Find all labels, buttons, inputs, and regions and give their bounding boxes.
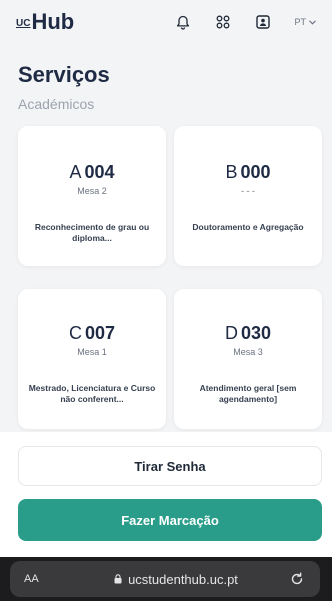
queue-code: A 004 <box>69 162 114 183</box>
url-text: ucstudenthub.uc.pt <box>128 571 238 587</box>
page-title: Serviços <box>18 62 110 87</box>
service-name: Mestrado, Licenciatura e Curso não confe… <box>28 383 156 405</box>
desk-label: Mesa 1 <box>77 347 107 357</box>
bell-icon[interactable] <box>174 13 192 31</box>
logo-name: Hub <box>31 9 75 34</box>
queue-code: D 030 <box>225 323 271 344</box>
service-card-b[interactable]: B 000 - - - Doutoramento e Agregação <box>174 126 322 266</box>
text-size-button[interactable]: AA <box>24 573 64 585</box>
service-name: Doutoramento e Agregação <box>192 222 304 232</box>
chevron-down-icon <box>309 19 316 25</box>
queue-number: 030 <box>240 323 272 343</box>
language-selector[interactable]: PT <box>294 17 316 27</box>
queue-code: C 007 <box>69 323 115 344</box>
queue-number: 004 <box>84 162 115 182</box>
queue-letter: D <box>224 323 238 343</box>
logo-prefix: UC <box>16 18 31 29</box>
section-title: Académicos <box>18 96 95 112</box>
address-bar[interactable]: AA ucstudenthub.uc.pt <box>10 561 320 597</box>
queue-number: 007 <box>84 323 116 343</box>
queue-code: B 000 <box>225 162 270 183</box>
queue-letter: B <box>225 162 238 182</box>
queue-letter: C <box>68 323 82 343</box>
reload-icon[interactable] <box>288 570 306 588</box>
uc-hub-logo[interactable]: UC Hub <box>16 11 74 33</box>
profile-card-icon[interactable] <box>254 13 272 31</box>
apps-icon[interactable] <box>214 13 232 31</box>
service-card-a[interactable]: A 004 Mesa 2 Reconhecimento de grau ou d… <box>18 126 166 266</box>
make-appointment-button[interactable]: Fazer Marcação <box>18 499 322 541</box>
browser-toolbar: AA ucstudenthub.uc.pt <box>0 557 332 601</box>
app-header: UC Hub PT <box>0 0 332 44</box>
queue-number: 000 <box>240 162 271 182</box>
desk-label: Mesa 2 <box>77 186 107 196</box>
service-card-d[interactable]: D 030 Mesa 3 Atendimento geral [sem agen… <box>174 289 322 429</box>
lock-icon <box>114 574 122 584</box>
service-name: Atendimento geral [sem agendamento] <box>199 383 297 405</box>
language-label: PT <box>294 17 306 27</box>
desk-label: - - - <box>241 186 255 196</box>
take-ticket-button[interactable]: Tirar Senha <box>18 446 322 486</box>
url-display[interactable]: ucstudenthub.uc.pt <box>64 572 288 587</box>
desk-label: Mesa 3 <box>233 347 263 357</box>
service-card-c[interactable]: C 007 Mesa 1 Mestrado, Licenciatura e Cu… <box>18 289 166 429</box>
service-name: Reconhecimento de grau ou diploma... <box>34 222 150 244</box>
queue-letter: A <box>69 162 82 182</box>
